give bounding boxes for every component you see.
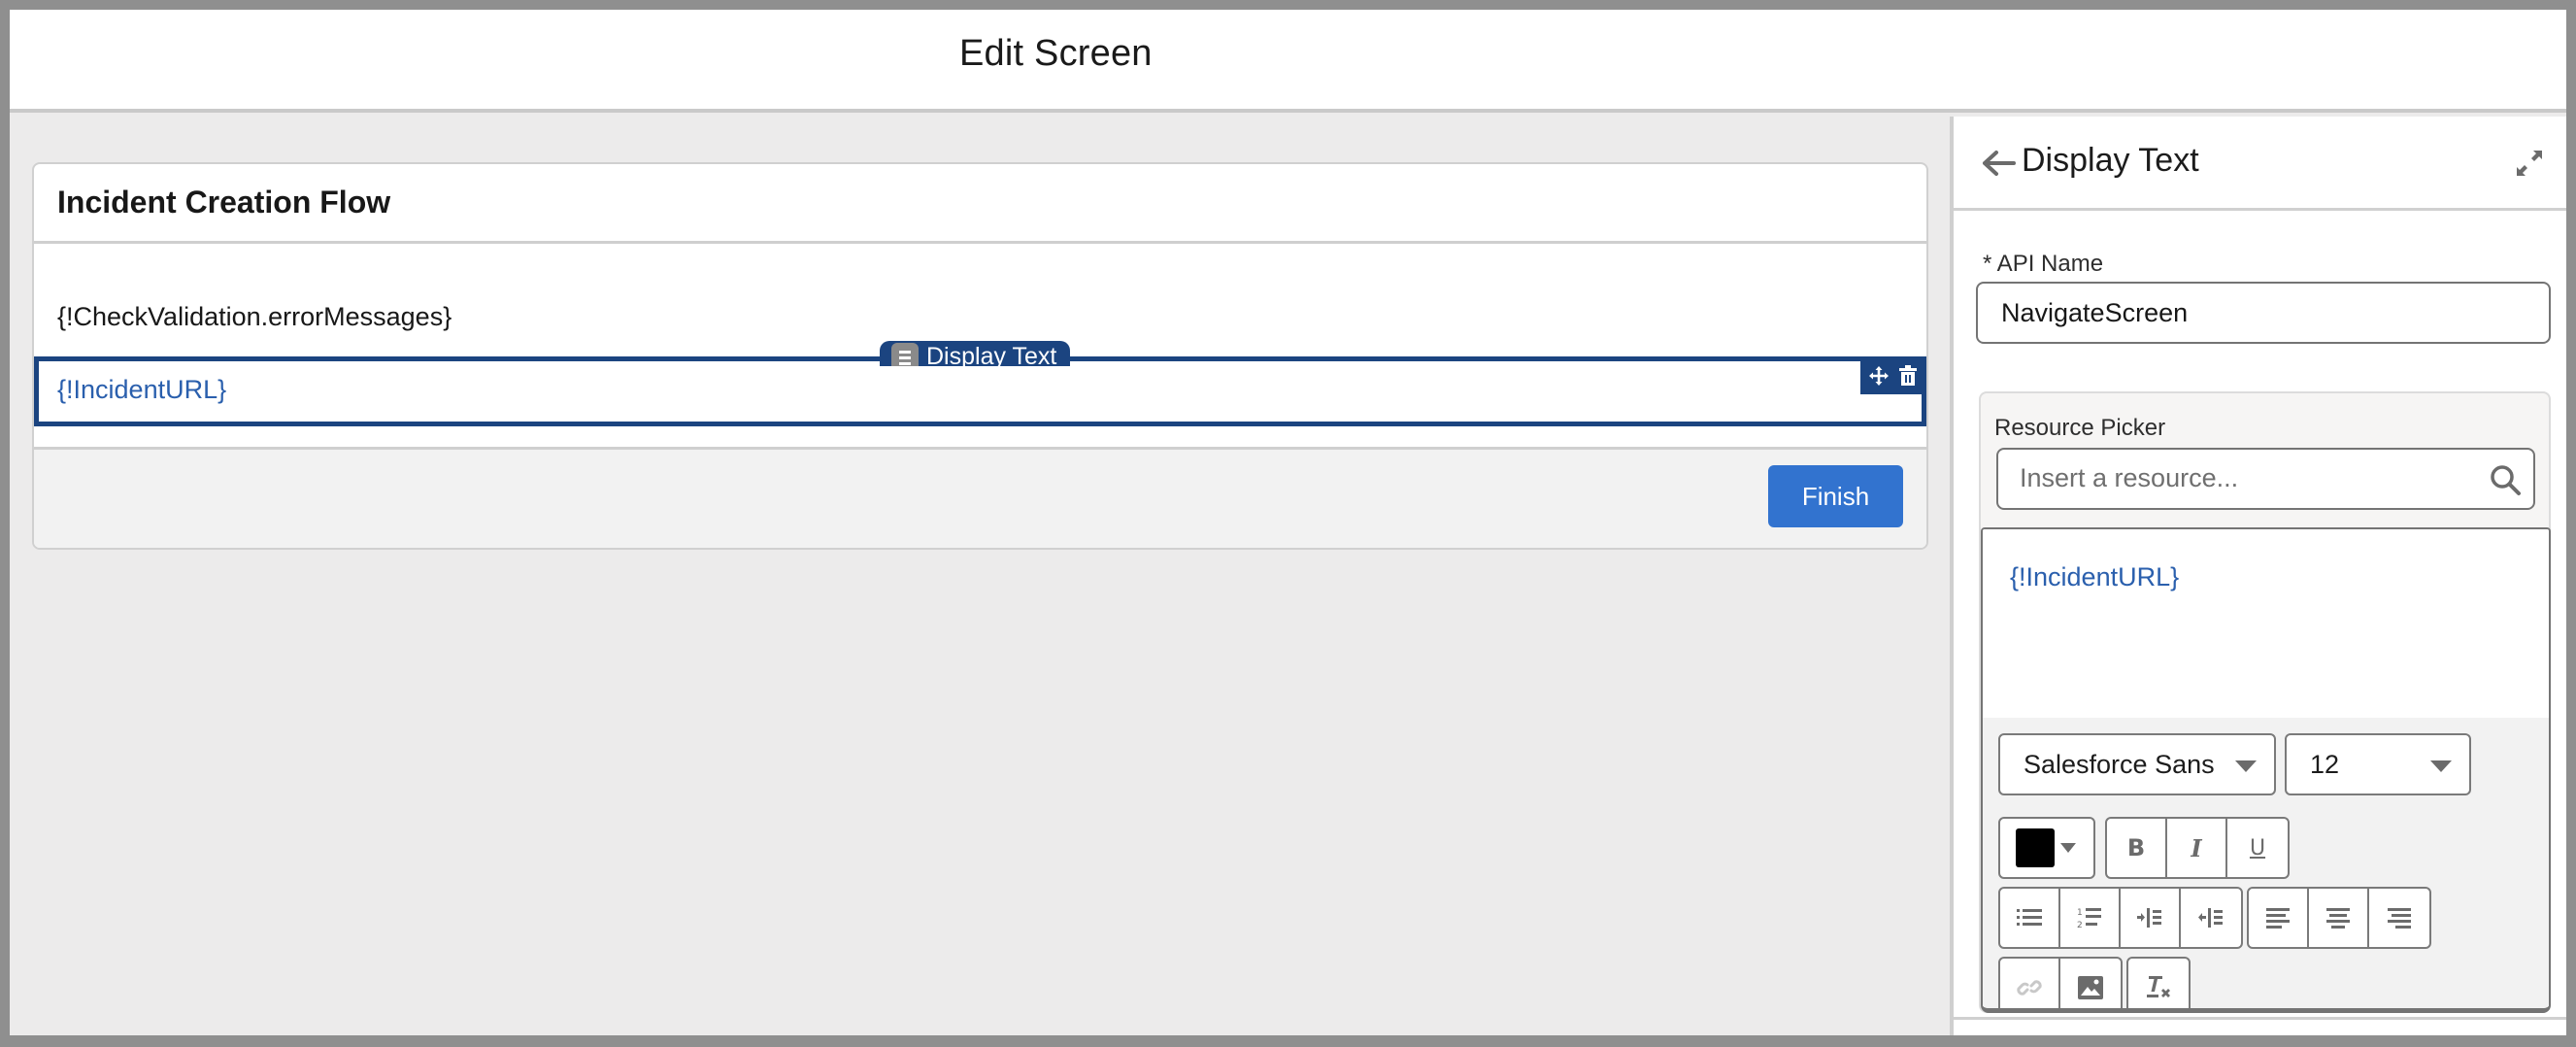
font-family-select[interactable]: Salesforce Sans <box>1998 733 2276 795</box>
chevron-down-icon <box>2060 843 2076 853</box>
font-family-value: Salesforce Sans <box>2024 749 2215 779</box>
back-arrow-icon[interactable] <box>1981 146 2020 181</box>
bold-button[interactable]: B <box>2107 819 2167 877</box>
text-color-picker[interactable] <box>1998 817 2095 879</box>
chevron-down-icon <box>2430 760 2452 772</box>
indent-button[interactable] <box>2121 889 2181 947</box>
image-icon <box>2078 976 2103 999</box>
selected-component-type: Display Text <box>926 343 1057 366</box>
align-button-group <box>2247 887 2431 949</box>
resource-picker-section: Resource Picker {!IncidentURL} Salesforc… <box>1979 391 2551 1013</box>
align-left-icon <box>2266 908 2290 929</box>
svg-text:2: 2 <box>2077 921 2083 929</box>
numbered-list-button[interactable]: 12 <box>2060 889 2121 947</box>
display-text-component-errors[interactable]: {!CheckValidation.errorMessages} <box>57 302 452 332</box>
finish-button[interactable]: Finish <box>1768 465 1903 527</box>
remove-formatting-button[interactable] <box>2128 959 2189 1008</box>
move-icon[interactable] <box>1867 363 1890 388</box>
api-name-label: * API Name <box>1983 251 2104 277</box>
expand-icon[interactable] <box>2514 148 2545 179</box>
resource-picker-input[interactable] <box>1998 450 2464 506</box>
font-size-value: 12 <box>2310 749 2340 779</box>
italic-icon: I <box>2191 833 2202 862</box>
format-button-group: B I U <box>2105 817 2290 879</box>
bold-icon: B <box>2126 834 2146 861</box>
list-button-group: 12 <box>1998 887 2243 949</box>
underline-icon: U <box>2249 835 2266 861</box>
rich-text-editor: {!IncidentURL} Salesforce Sans 12 B I U … <box>1981 527 2551 1013</box>
align-right-button[interactable] <box>2369 889 2429 947</box>
resource-picker-search[interactable] <box>1996 448 2535 510</box>
align-center-button[interactable] <box>2309 889 2369 947</box>
window: Edit Screen Incident Creation Flow {!Che… <box>10 10 2566 1035</box>
selected-component-tag: Display Text <box>880 341 1071 366</box>
display-text-component-selected[interactable]: {!IncidentURL} <box>34 356 1926 426</box>
bulleted-list-icon <box>2017 909 2042 926</box>
screen-title: Incident Creation Flow <box>57 185 391 220</box>
search-icon[interactable] <box>2489 463 2522 496</box>
align-left-button[interactable] <box>2249 889 2309 947</box>
editor-toolbar: Salesforce Sans 12 B I U 1 2 <box>1983 718 2549 1008</box>
clear-format-group <box>2126 957 2191 1008</box>
image-button[interactable] <box>2060 959 2121 1008</box>
svg-text:1: 1 <box>2077 908 2083 918</box>
outdent-button[interactable] <box>2181 889 2241 947</box>
chevron-down-icon <box>2235 760 2257 772</box>
screen-footer: Finish <box>34 447 1926 548</box>
bulleted-list-button[interactable] <box>2000 889 2060 947</box>
display-text-icon <box>891 343 919 366</box>
remove-formatting-icon <box>2147 976 2170 997</box>
editor-content-area[interactable]: {!IncidentURL} <box>1983 529 2549 718</box>
api-name-input[interactable] <box>1976 282 2551 344</box>
insert-button-group <box>1998 957 2123 1008</box>
screen-canvas-card: Incident Creation Flow {!CheckValidation… <box>32 162 1928 550</box>
numbered-list-icon: 12 <box>2077 908 2101 929</box>
color-swatch <box>2016 828 2055 867</box>
align-right-icon <box>2388 908 2411 929</box>
component-tools <box>1860 356 1926 394</box>
indent-icon <box>2137 908 2161 928</box>
link-icon <box>2017 980 2042 996</box>
align-center-icon <box>2326 908 2350 929</box>
font-size-select[interactable]: 12 <box>2285 733 2471 795</box>
display-text-value: {!IncidentURL} <box>57 375 227 404</box>
underline-button[interactable]: U <box>2227 819 2288 877</box>
link-button[interactable] <box>2000 959 2060 1008</box>
page-title: Edit Screen <box>959 33 1153 74</box>
delete-icon[interactable] <box>1896 363 1920 388</box>
properties-panel: Display Text * API Name Resource Picker … <box>1950 117 2566 1035</box>
panel-divider <box>1954 1017 2566 1020</box>
italic-button[interactable]: I <box>2167 819 2227 877</box>
screen-body: {!CheckValidation.errorMessages} {!Incid… <box>34 244 1926 442</box>
outdent-icon <box>2198 908 2223 928</box>
panel-header: Display Text <box>1954 117 2566 211</box>
panel-title: Display Text <box>2022 142 2199 179</box>
resource-picker-label: Resource Picker <box>1994 415 2166 441</box>
screen-header: Incident Creation Flow <box>34 164 1926 244</box>
top-bar: Edit Screen <box>10 10 2566 113</box>
